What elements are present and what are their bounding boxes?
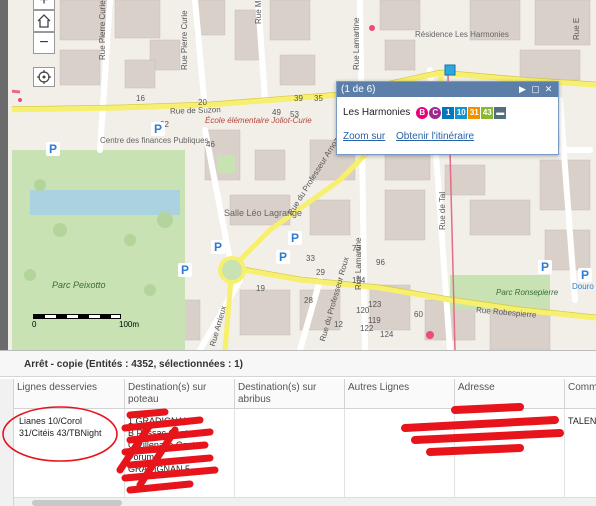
street-label: Rue de Suzon bbox=[169, 105, 221, 116]
house-number: 122 bbox=[360, 324, 374, 333]
popup-actions: Zoom sur Obtenir l'itinéraire bbox=[337, 119, 558, 142]
house-number: 39 bbox=[294, 94, 303, 103]
house-number: 12 bbox=[334, 320, 343, 329]
poi-label: École élémentaire Joliot-Curie bbox=[205, 116, 312, 125]
table-title: Arrêt - copie (Entités : 4352, sélection… bbox=[0, 351, 596, 377]
column-header[interactable]: Autres Lignes bbox=[345, 379, 455, 408]
house-number: 28 bbox=[304, 296, 313, 305]
line-badges: B C 1 10 31 43 ▬ bbox=[416, 106, 507, 119]
cell-adresse bbox=[455, 409, 565, 505]
column-header[interactable]: Adresse bbox=[455, 379, 565, 408]
cell-lignes: Lianes 10/Corol 31/Citéis 43/TBNight bbox=[14, 409, 125, 505]
zoom-in-button[interactable]: + bbox=[33, 0, 55, 10]
cell-destination-poteau: 1 GRADIGNAN B Pessac Centre C Villenave … bbox=[125, 409, 235, 505]
parking-icon: P bbox=[288, 231, 302, 245]
house-number: 33 bbox=[306, 254, 315, 263]
popup-count: (1 de 6) bbox=[341, 84, 376, 95]
house-number: 123 bbox=[368, 300, 382, 309]
line-badge: ▬ bbox=[494, 106, 507, 119]
street-label: Rue de Tal bbox=[438, 191, 447, 230]
street-label: Rue Lamartine bbox=[352, 17, 361, 70]
street-label: Rue Pierre Curie bbox=[98, 0, 107, 60]
poi-label: Résidence Les Harmonies bbox=[415, 30, 509, 39]
parking-icon: P bbox=[578, 268, 592, 282]
destination-line: B Pessac Centre bbox=[128, 428, 196, 438]
locate-icon bbox=[37, 70, 51, 84]
house-number: 29 bbox=[316, 268, 325, 277]
column-header[interactable]: Destination(s) sur abribus bbox=[235, 379, 345, 408]
zoom-to-link[interactable]: Zoom sur bbox=[343, 131, 385, 142]
destination-line: GRADIGNAN 5 bbox=[128, 464, 191, 474]
stop-name: Les Harmonies bbox=[343, 106, 411, 118]
poi-label: Salle Léo Lagrange bbox=[224, 208, 303, 218]
parking-icon: P bbox=[276, 250, 290, 264]
map-view[interactable]: Rue Pierre Curie Rue Pierre Curie Rue de… bbox=[0, 0, 596, 350]
house-number: 96 bbox=[376, 258, 385, 267]
locate-button[interactable] bbox=[33, 67, 55, 87]
house-number: 35 bbox=[314, 94, 323, 103]
cell-commune: TALENC bbox=[568, 416, 596, 426]
table-grid: Lignes desservies Destination(s) sur pot… bbox=[14, 379, 596, 505]
parking-icon: P bbox=[211, 240, 225, 254]
house-number: 124 bbox=[380, 330, 394, 339]
house-number: 53 bbox=[290, 110, 299, 119]
column-header[interactable]: Lignes desservies bbox=[14, 379, 125, 408]
line-badge: 43 bbox=[481, 106, 494, 119]
home-icon bbox=[37, 14, 51, 28]
line-badge: B bbox=[416, 106, 429, 119]
park-label: Parc Ronsepierre bbox=[496, 288, 559, 297]
destination-line: 1 GRADIGNAN bbox=[128, 416, 191, 426]
destination-line: C Villenave Centre bbox=[128, 440, 203, 450]
scale-bar: 0 100m bbox=[32, 314, 139, 330]
popup-body: Les Harmonies B C 1 10 31 43 ▬ bbox=[337, 97, 558, 119]
line-badge: 10 bbox=[455, 106, 468, 119]
destination-line: Forum bbox=[128, 452, 155, 462]
street-label: Rue Mo bbox=[254, 0, 263, 24]
row-selector-rail[interactable] bbox=[0, 379, 14, 506]
map-tiles bbox=[0, 0, 596, 350]
stop-popup: (1 de 6) ▶ ▢ ✕ Les Harmonies B C 1 10 31 43 ▬ … bbox=[336, 81, 559, 155]
house-number: 46 bbox=[206, 140, 215, 149]
directions-link[interactable]: Obtenir l'itinéraire bbox=[396, 131, 474, 142]
zoom-out-button[interactable]: − bbox=[33, 32, 55, 54]
cell-autres-lignes bbox=[345, 409, 455, 505]
parking-icon: P bbox=[151, 122, 165, 136]
home-button[interactable] bbox=[33, 10, 55, 32]
house-number: 16 bbox=[136, 94, 145, 103]
cell-destination-abribus bbox=[235, 409, 345, 505]
line-badge: 1 bbox=[442, 106, 455, 119]
line-badge: 31 bbox=[468, 106, 481, 119]
poi-label: Centre des finances Publiques bbox=[100, 136, 209, 145]
house-number: 60 bbox=[414, 310, 423, 319]
column-header[interactable]: Destination(s) sur poteau bbox=[125, 379, 235, 408]
parking-icon: P bbox=[178, 263, 192, 277]
house-number: 104 bbox=[352, 276, 366, 285]
park-label: Parc Peixotto bbox=[52, 280, 106, 290]
lines-served-value: Lianes 10/Corol 31/Citéis 43/TBNight bbox=[19, 416, 102, 438]
column-header[interactable]: Comm bbox=[565, 379, 596, 408]
parking-icon: P bbox=[538, 260, 552, 274]
street-label: Rue E bbox=[572, 17, 581, 40]
house-number: 19 bbox=[256, 284, 265, 293]
maximize-button[interactable]: ▢ bbox=[530, 84, 541, 95]
zoom-controls: + − bbox=[33, 0, 55, 54]
street-label: Rue Pierre Curie bbox=[180, 10, 189, 70]
house-number: 73 bbox=[352, 244, 361, 253]
line-badge: C bbox=[429, 106, 442, 119]
attribute-table: Arrêt - copie (Entités : 4352, sélection… bbox=[0, 350, 596, 506]
house-number: 20 bbox=[198, 98, 207, 107]
close-icon[interactable]: ✕ bbox=[543, 84, 554, 95]
parking-icon: P bbox=[46, 142, 60, 156]
house-number: 49 bbox=[272, 108, 281, 117]
table-row[interactable]: Lianes 10/Corol 31/Citéis 43/TBNight 1 G… bbox=[14, 409, 596, 505]
popup-header: (1 de 6) ▶ ▢ ✕ bbox=[337, 82, 558, 97]
house-number: 119 bbox=[368, 316, 381, 325]
horizontal-scrollbar[interactable] bbox=[14, 497, 596, 506]
next-feature-button[interactable]: ▶ bbox=[517, 84, 528, 95]
poi-label: Douro bbox=[572, 282, 594, 291]
table-header: Lignes desservies Destination(s) sur pot… bbox=[14, 379, 596, 409]
house-number: 120 bbox=[356, 306, 370, 315]
